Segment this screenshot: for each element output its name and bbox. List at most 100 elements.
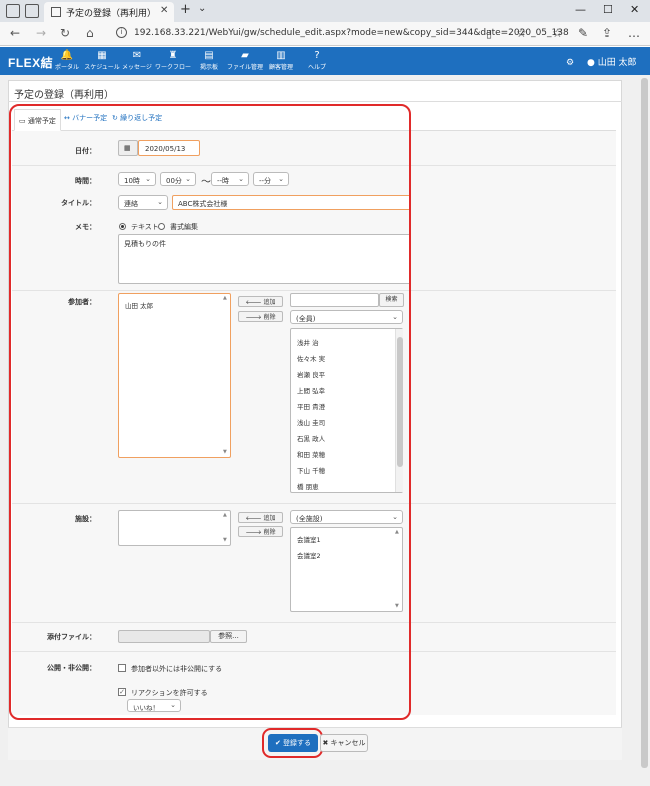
- refresh-icon[interactable]: ↻: [60, 26, 70, 40]
- tab-list-icon[interactable]: [25, 4, 39, 18]
- scroll-down-icon[interactable]: ▼: [395, 603, 399, 609]
- app-navbar: FLEX結 🔔 ポータル ▦ スケジュール ✉ メッセージ ♜ ワークフロー ▤…: [0, 47, 650, 75]
- scroll-up-icon[interactable]: ▲: [395, 529, 399, 535]
- list-item[interactable]: 平田 貴澄: [297, 401, 325, 411]
- app-logo[interactable]: FLEX結: [8, 54, 53, 71]
- start-minute-select[interactable]: 00分 ⌄: [160, 172, 196, 186]
- memo-textarea[interactable]: 見積もりの件: [118, 234, 411, 284]
- start-hour-select[interactable]: 10時 ⌄: [118, 172, 156, 186]
- attachment-filename-field[interactable]: [118, 630, 210, 643]
- list-item[interactable]: 岩瀬 良平: [297, 369, 325, 379]
- participant-search-input[interactable]: [290, 293, 379, 307]
- nav-customer[interactable]: ▥ 顧客管理: [262, 50, 300, 71]
- share-icon[interactable]: ⇪: [602, 26, 612, 40]
- minimize-icon[interactable]: —: [575, 3, 586, 16]
- scroll-down-icon[interactable]: ▼: [223, 537, 227, 543]
- list-item[interactable]: 佐々木 実: [297, 353, 325, 363]
- arrow-left-icon: 🡐: [245, 299, 264, 306]
- gear-icon[interactable]: ⚙: [566, 58, 574, 68]
- memo-text-radio[interactable]: [119, 223, 126, 230]
- close-window-icon[interactable]: ✕: [630, 3, 639, 16]
- participant-group-select[interactable]: (全員) ⌄: [290, 310, 403, 324]
- back-icon[interactable]: ←: [10, 26, 20, 40]
- list-item[interactable]: 橋 朋恵: [297, 481, 319, 491]
- scroll-up-icon[interactable]: ▲: [223, 512, 227, 518]
- title-input[interactable]: ABC株式会社様: [172, 195, 411, 210]
- favorite-icon[interactable]: ☆: [516, 26, 527, 40]
- time-range-tilde: 〜: [201, 177, 211, 188]
- title-label: タイトル：: [61, 199, 96, 207]
- repeat-icon: ↻: [112, 114, 121, 122]
- reaction-checkbox[interactable]: ✓: [118, 688, 126, 696]
- participant-candidate-list[interactable]: 浅井 治 佐々木 実 岩瀬 良平 上間 弘幸 平田 貴澄 浅山 圭司 石黒 政人…: [290, 328, 403, 493]
- chevron-down-icon: ⌄: [145, 175, 151, 183]
- chevron-down-icon: ⌄: [238, 175, 244, 183]
- browse-button[interactable]: 参照...: [210, 630, 247, 643]
- maximize-icon[interactable]: ☐: [603, 3, 613, 16]
- new-tab-icon[interactable]: +: [180, 2, 191, 17]
- participants-selected-list[interactable]: 山田 太郎 ▲ ▼: [118, 293, 231, 458]
- candidate-list-scrollbar[interactable]: [395, 329, 403, 492]
- list-item[interactable]: 山田 太郎: [125, 300, 153, 310]
- end-minute-select[interactable]: --分 ⌄: [253, 172, 289, 186]
- close-tab-icon[interactable]: ✕: [160, 5, 168, 16]
- forward-icon[interactable]: →: [36, 26, 46, 40]
- cancel-button[interactable]: ✖ キャンセル: [320, 734, 368, 752]
- list-item[interactable]: 浅山 圭司: [297, 417, 325, 427]
- facility-candidate-list[interactable]: 会議室1 会議室2 ▲ ▼: [290, 527, 403, 612]
- nav-schedule[interactable]: ▦ スケジュール: [83, 50, 121, 71]
- nav-board[interactable]: ▤ 掲示板: [190, 50, 228, 71]
- reaction-type-select[interactable]: いいね！ ⌄: [127, 699, 181, 712]
- date-label: 日付：: [75, 147, 96, 155]
- facility-group-select[interactable]: (全施設) ⌄: [290, 510, 403, 524]
- reading-view-icon[interactable]: ▯: [486, 27, 492, 40]
- remove-participant-button[interactable]: 🡒 削除: [238, 311, 283, 322]
- list-item[interactable]: 会議室1: [297, 534, 321, 544]
- favorites-bar-icon[interactable]: ☆: [552, 26, 563, 40]
- list-item[interactable]: 浅井 治: [297, 337, 319, 347]
- nav-help[interactable]: ? ヘルプ: [298, 50, 336, 71]
- url-field[interactable]: i 192.168.33.221/WebYui/gw/schedule_edit…: [112, 26, 569, 42]
- search-button[interactable]: 検索: [379, 293, 404, 307]
- user-menu[interactable]: ⚙ ● 山田 太郎: [566, 55, 637, 68]
- tab-repeat[interactable]: ↻ 繰り返し予定: [112, 113, 162, 123]
- tab-actions-icon[interactable]: [6, 4, 20, 18]
- list-item[interactable]: 下山 千穂: [297, 465, 325, 475]
- chevron-down-icon: ⌄: [278, 175, 284, 183]
- add-facility-button[interactable]: 🡐 追加: [238, 512, 283, 523]
- facility-selected-list[interactable]: ▲ ▼: [118, 510, 231, 546]
- list-item[interactable]: 石黒 政人: [297, 433, 325, 443]
- private-checkbox[interactable]: [118, 664, 126, 672]
- more-icon[interactable]: …: [628, 26, 640, 40]
- scroll-down-icon[interactable]: ▼: [223, 449, 227, 455]
- nav-message[interactable]: ✉ メッセージ: [118, 50, 156, 71]
- date-input[interactable]: 2020/05/13: [138, 140, 200, 156]
- chevron-down-icon[interactable]: ⌄: [198, 3, 206, 14]
- add-participant-button[interactable]: 🡐 追加: [238, 296, 283, 307]
- candidate-scroll-thumb[interactable]: [397, 337, 403, 467]
- nav-file[interactable]: ▰ ファイル管理: [226, 50, 264, 71]
- memo-rich-radio[interactable]: [158, 223, 165, 230]
- tab-normal[interactable]: ▭ 通常予定: [14, 109, 61, 131]
- nav-workflow[interactable]: ♜ ワークフロー: [154, 50, 192, 71]
- pen-icon[interactable]: ✎: [578, 26, 588, 40]
- tab-banner[interactable]: ↔ バナー予定: [64, 113, 107, 123]
- visibility-label: 公開・非公開：: [47, 664, 96, 672]
- list-item[interactable]: 会議室2: [297, 550, 321, 560]
- row-divider: [12, 165, 616, 166]
- scroll-up-icon[interactable]: ▲: [223, 295, 227, 301]
- memo-label: メモ：: [75, 223, 96, 231]
- remove-facility-button[interactable]: 🡒 削除: [238, 526, 283, 537]
- page-scroll-thumb[interactable]: [641, 78, 648, 768]
- home-icon[interactable]: ⌂: [86, 26, 94, 40]
- title-category-select[interactable]: 連絡 ⌄: [118, 195, 168, 210]
- time-label: 時間：: [75, 177, 96, 185]
- list-item[interactable]: 和田 菜穂: [297, 449, 325, 459]
- nav-portal[interactable]: 🔔 ポータル: [48, 50, 86, 71]
- browser-tab[interactable]: 予定の登録（再利用） ✕: [44, 2, 174, 22]
- info-icon[interactable]: i: [116, 27, 127, 38]
- calendar-button[interactable]: ▦: [118, 140, 138, 156]
- end-hour-select[interactable]: --時 ⌄: [211, 172, 249, 186]
- save-button[interactable]: ✔ 登録する: [268, 734, 318, 752]
- list-item[interactable]: 上間 弘幸: [297, 385, 325, 395]
